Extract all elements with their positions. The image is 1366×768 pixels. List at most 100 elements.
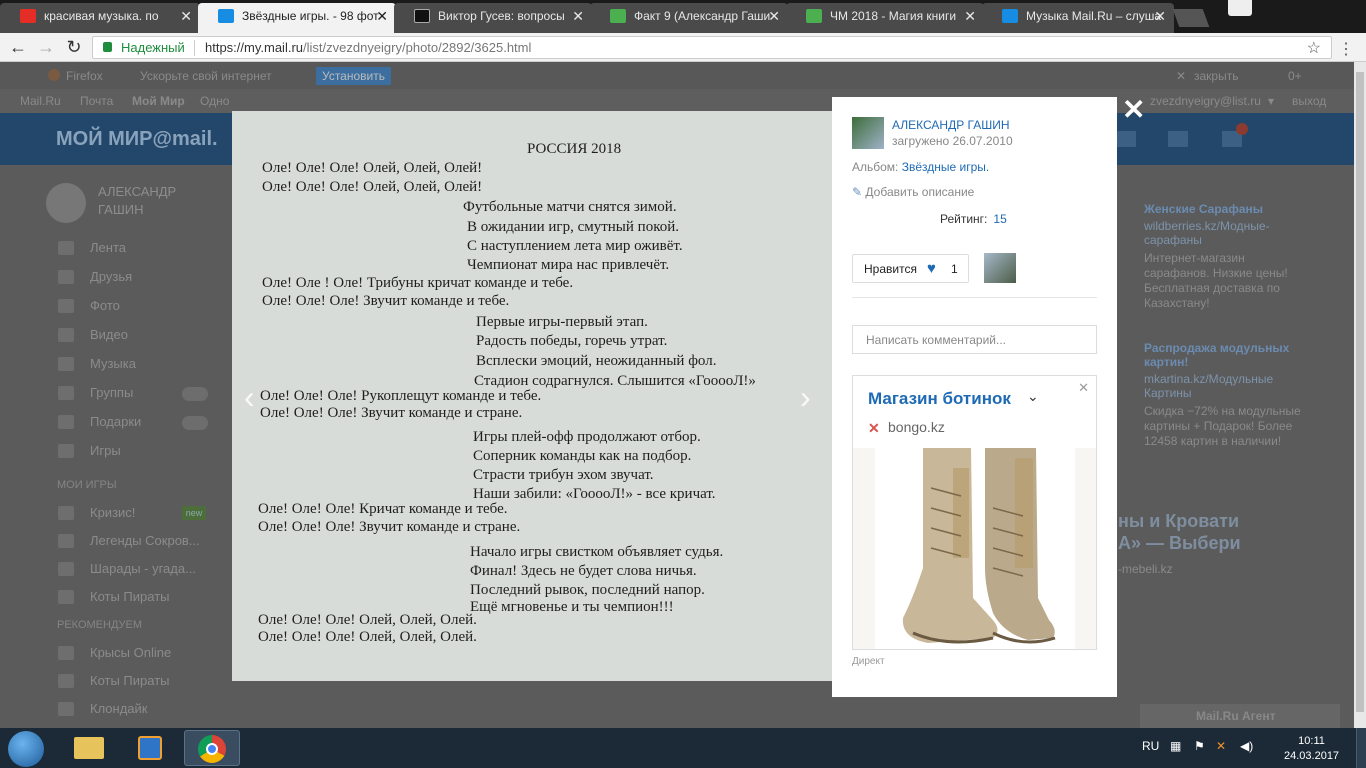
back-icon[interactable]: ← <box>8 38 28 56</box>
rating-value[interactable]: 15 <box>993 212 1006 226</box>
liker-avatar[interactable] <box>984 253 1016 283</box>
chrome-taskbar-button[interactable] <box>184 730 240 766</box>
flag-icon[interactable]: ⚑ <box>1194 739 1205 753</box>
tab-close-icon[interactable]: ✕ <box>768 3 780 29</box>
sidebar-game[interactable]: Шарады - угада... <box>90 561 196 576</box>
close-icon[interactable]: ✕ <box>1078 380 1089 396</box>
sidebar-item-friends[interactable]: Друзья <box>90 269 132 284</box>
ad-domain[interactable]: mkartina.kz/Модульные Картины <box>1144 372 1304 400</box>
system-clock[interactable]: 10:11 24.03.2017 <box>1284 734 1339 764</box>
promo-close-label[interactable]: закрыть <box>1194 69 1238 83</box>
youtube-icon <box>20 9 36 23</box>
author-name[interactable]: АЛЕКСАНДР ГАШИН <box>892 118 1010 132</box>
sidebar-user-name[interactable]: АЛЕКСАНДР ГАШИН <box>98 183 176 219</box>
game-icon <box>58 562 74 576</box>
close-viewer-icon[interactable]: ✕ <box>1122 96 1145 124</box>
banner-line: А» — Выбери <box>1118 533 1241 553</box>
comment-input[interactable]: Написать комментарий... <box>852 325 1097 354</box>
nav-user-email[interactable]: zvezdnyeigry@list.ru <box>1150 94 1261 108</box>
sidebar-item-music[interactable]: Музыка <box>90 356 136 371</box>
like-count: 1 <box>951 262 958 276</box>
sidebar-item-gifts[interactable]: Подарки <box>90 414 141 429</box>
bookmark-star-icon[interactable]: ☆ <box>1307 38 1321 58</box>
sidebar-item-groups[interactable]: Группы <box>90 385 133 400</box>
page-scrollbar[interactable] <box>1354 62 1366 728</box>
sidebar-item-video[interactable]: Видео <box>90 327 128 342</box>
next-photo-icon[interactable]: › <box>800 381 811 413</box>
browser-tab[interactable]: Факт 9 (Александр Гаши ✕ <box>590 3 788 33</box>
sidebar-game[interactable]: Коты Пираты <box>90 589 170 604</box>
pencil-icon: ✎ <box>852 185 863 199</box>
ad-domain[interactable]: bongo.kz <box>888 419 945 435</box>
ad-block[interactable]: Магазин ботинок ⌄ ✕ ✕ bongo.kz <box>852 375 1097 650</box>
url-text[interactable]: https://my.mail.ru/list/zvezdnyeigry/pho… <box>205 40 531 55</box>
site-logo[interactable]: МОЙ МИР@mail. <box>56 128 218 151</box>
like-button[interactable]: Нравится ♥ 1 <box>852 254 969 283</box>
mailru-nav: Mail.Ru Почта Мой Мир Одно zvezdnyeigry@… <box>0 89 1354 113</box>
browser-tab[interactable]: Музыка Mail.Ru – слуша ✕ <box>982 3 1174 33</box>
ad-title[interactable]: Магазин ботинок <box>868 389 1011 409</box>
author-avatar[interactable] <box>852 117 884 149</box>
nav-myworld[interactable]: Мой Мир <box>132 94 185 108</box>
tab-close-icon[interactable]: ✕ <box>964 3 976 29</box>
boot-image[interactable] <box>853 448 1096 649</box>
browser-tab-active[interactable]: Звёздные игры. - 98 фот ✕ <box>198 3 396 33</box>
firefox-tray-icon[interactable]: ✕ <box>1216 739 1226 753</box>
explorer-taskbar-button[interactable] <box>62 730 118 766</box>
close-icon[interactable]: ✕ <box>1176 69 1186 83</box>
photo-viewer: РОССИЯ 2018 Оле! Оле! Оле! Олей, Олей, О… <box>232 111 832 681</box>
nav-mailru[interactable]: Mail.Ru <box>20 94 61 108</box>
tab-close-icon[interactable]: ✕ <box>572 3 584 29</box>
poem-line: Последний рывок, последний напор. <box>470 582 705 598</box>
poem-line: Оле! Оле! Оле! Кричат команде и тебе. <box>258 501 508 517</box>
browser-menu-icon[interactable]: ⋮ <box>1338 39 1354 59</box>
scrollbar-thumb[interactable] <box>1356 72 1364 712</box>
sidebar-recommended[interactable]: Крысы Online <box>90 645 171 660</box>
sidebar-item-games[interactable]: Игры <box>90 443 121 458</box>
ad-title[interactable]: Распродажа модульных картин! <box>1144 341 1304 369</box>
photo-image[interactable]: РОССИЯ 2018 Оле! Оле! Оле! Олей, Олей, О… <box>232 111 832 681</box>
prev-photo-icon[interactable]: ‹ <box>244 381 255 413</box>
tab-close-icon[interactable]: ✕ <box>1154 3 1166 29</box>
network-tray-icon[interactable]: ▦ <box>1170 739 1181 753</box>
game-icon <box>58 674 74 688</box>
avatar[interactable] <box>46 183 86 223</box>
sidebar-recommended[interactable]: Коты Пираты <box>90 673 170 688</box>
myworld-icon <box>218 9 234 23</box>
media-player-taskbar-button[interactable] <box>122 730 178 766</box>
mailru-agent-bar[interactable]: Mail.Ru Агент <box>1140 704 1340 728</box>
sidebar-item-feed[interactable]: Лента <box>90 240 126 255</box>
nav-logout[interactable]: выход <box>1292 94 1326 108</box>
ad-title[interactable]: Женские Сарафаны <box>1144 202 1344 216</box>
volume-icon[interactable]: ◀) <box>1240 739 1253 753</box>
chevron-down-icon[interactable]: ⌄ <box>1027 388 1039 405</box>
chat-icon[interactable] <box>1168 131 1188 147</box>
right-banner[interactable]: ны и Кровати А» — Выбери -mebeli.kz <box>1118 510 1298 580</box>
tab-close-icon[interactable]: ✕ <box>376 3 388 29</box>
tab-close-icon[interactable]: ✕ <box>180 3 192 29</box>
sidebar-item-photo[interactable]: Фото <box>90 298 120 313</box>
start-button[interactable] <box>8 731 44 767</box>
messages-icon[interactable] <box>1116 131 1136 147</box>
nav-post[interactable]: Почта <box>80 94 113 108</box>
chevron-down-icon[interactable]: ▾ <box>1268 94 1274 108</box>
add-description-link[interactable]: ✎ Добавить описание <box>852 185 974 199</box>
user-profile-icon[interactable] <box>1228 0 1252 16</box>
sidebar-game[interactable]: Легенды Сокров... <box>90 533 200 548</box>
forward-icon[interactable]: → <box>36 38 56 56</box>
install-button[interactable]: Установить <box>316 67 391 85</box>
nav-classmates[interactable]: Одно <box>200 94 229 108</box>
new-tab-button[interactable] <box>1172 9 1210 27</box>
reload-icon[interactable]: ↻ <box>64 38 84 56</box>
ad-domain[interactable]: wildberries.kz/Модные-сарафаны <box>1144 219 1304 247</box>
browser-tab[interactable]: красивая музыка. по ✕ <box>0 3 200 33</box>
address-bar[interactable]: Надежный https://my.mail.ru/list/zvezdny… <box>92 36 1332 59</box>
show-desktop-button[interactable] <box>1356 728 1366 768</box>
language-indicator[interactable]: RU <box>1142 739 1159 753</box>
music-icon <box>58 357 74 371</box>
album-link[interactable]: Звёздные игры. <box>902 160 990 174</box>
sidebar-game[interactable]: Кризис! <box>90 505 135 520</box>
browser-tab[interactable]: ЧМ 2018 - Магия книги ✕ <box>786 3 984 33</box>
browser-tab[interactable]: Виктор Гусев: вопросы ✕ <box>394 3 592 33</box>
sidebar-recommended[interactable]: Клондайк <box>90 701 147 716</box>
